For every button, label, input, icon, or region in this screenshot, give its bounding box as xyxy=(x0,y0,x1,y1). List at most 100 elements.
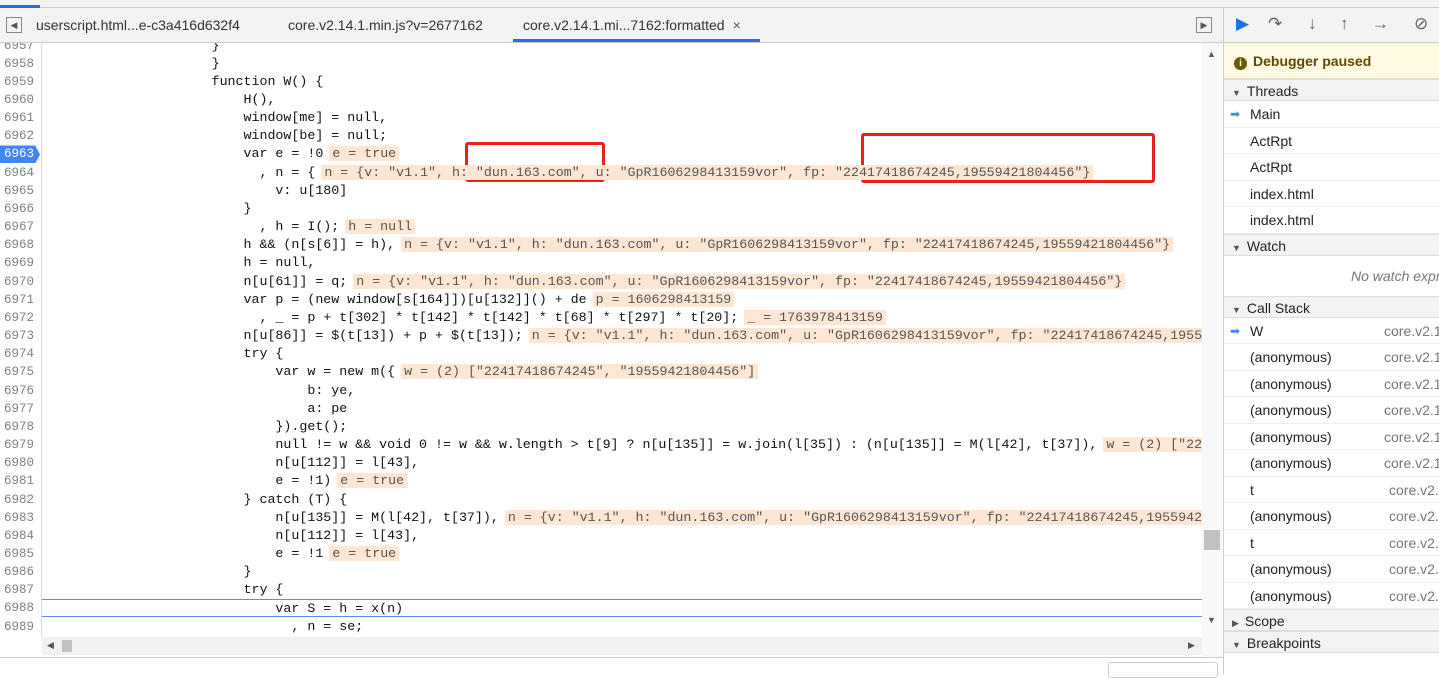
line-number[interactable]: 6968 xyxy=(0,236,42,254)
line-number[interactable]: 6971 xyxy=(0,291,42,309)
callstack-frame[interactable]: (anonymous)core.v2.14.1 xyxy=(1224,397,1439,424)
line-number[interactable]: 6981 xyxy=(0,472,42,490)
line-number[interactable]: 6984 xyxy=(0,527,42,545)
line-number[interactable]: 6962 xyxy=(0,127,42,145)
line-number[interactable]: 6972 xyxy=(0,309,42,327)
line-number[interactable]: 6989 xyxy=(0,618,42,636)
tab-core-formatted[interactable]: core.v2.14.1.mi...7162:formatted× xyxy=(513,8,760,42)
line-number[interactable]: 6976 xyxy=(0,382,42,400)
line-number[interactable]: 6970 xyxy=(0,273,42,291)
toggle-navigator-icon[interactable]: ◀ xyxy=(6,17,22,33)
frame-location[interactable]: core.v2.14.1 xyxy=(1384,424,1439,450)
close-tab-icon[interactable]: × xyxy=(733,17,741,33)
line-number[interactable]: 6987 xyxy=(0,581,42,599)
scroll-left-icon[interactable]: ◀ xyxy=(47,640,54,651)
vertical-scrollbar[interactable]: ▲▼ xyxy=(1202,43,1222,657)
line-number[interactable]: 6978 xyxy=(0,418,42,436)
search-button[interactable] xyxy=(1108,662,1218,678)
thread-item[interactable]: ActRpt xyxy=(1224,128,1439,155)
scroll-thumb[interactable] xyxy=(1204,530,1220,550)
frame-function: (anonymous) xyxy=(1250,349,1332,365)
top-strip xyxy=(0,0,1439,8)
line-number[interactable]: 6963 xyxy=(0,145,40,163)
resume-icon[interactable]: ▶ xyxy=(1236,14,1249,34)
line-number[interactable]: 6967 xyxy=(0,218,42,236)
frame-location[interactable]: core.v2.14 xyxy=(1389,503,1439,529)
frame-location[interactable]: core.v2.14.1 xyxy=(1384,397,1439,423)
callstack-frame[interactable]: (anonymous)core.v2.14 xyxy=(1224,583,1439,610)
line-number[interactable]: 6957 xyxy=(0,43,42,55)
inline-value: n = {v: "v1.1", h: "dun.163.com", u: "Gp… xyxy=(401,237,1173,252)
tab-userscript[interactable]: userscript.html...e-c3a416d632f4 xyxy=(26,8,250,42)
step-out-icon[interactable]: ↑ xyxy=(1340,14,1349,34)
line-number[interactable]: 6977 xyxy=(0,400,42,418)
scroll-right-icon[interactable]: ▶ xyxy=(1188,640,1195,651)
step-icon[interactable]: → xyxy=(1372,14,1389,34)
line-number[interactable]: 6966 xyxy=(0,200,42,218)
watch-header[interactable]: ▼Watch xyxy=(1224,234,1439,256)
frame-location[interactable]: core.v2.14.1 xyxy=(1384,450,1439,476)
step-over-icon[interactable]: ↷ xyxy=(1268,14,1282,34)
line-number[interactable]: 6958 xyxy=(0,55,42,73)
thread-item[interactable]: ActRpt xyxy=(1224,154,1439,181)
callstack-frame[interactable]: tcore.v2.14 xyxy=(1224,477,1439,504)
line-number[interactable]: 6964 xyxy=(0,164,42,182)
toggle-debugger-icon[interactable]: ▶ xyxy=(1196,17,1212,33)
thread-item[interactable]: index.html xyxy=(1224,207,1439,234)
paused-text: Debugger paused xyxy=(1253,53,1371,69)
info-icon: i xyxy=(1234,57,1247,70)
tab-core-min[interactable]: core.v2.14.1.min.js?v=2677162 xyxy=(278,8,493,42)
frame-location[interactable]: core.v2.14 xyxy=(1389,583,1439,609)
callstack-frame[interactable]: (anonymous)core.v2.14 xyxy=(1224,503,1439,530)
scroll-thumb[interactable] xyxy=(62,640,72,652)
frame-location[interactable]: core.v2.14.1 xyxy=(1384,344,1439,370)
code-text: } xyxy=(52,201,252,216)
scroll-down-icon[interactable]: ▼ xyxy=(1207,615,1216,625)
line-number[interactable]: 6979 xyxy=(0,436,42,454)
callstack-frame[interactable]: (anonymous)core.v2.14.1 xyxy=(1224,450,1439,477)
callstack-frame[interactable]: (anonymous)core.v2.14 xyxy=(1224,556,1439,583)
code-text: } xyxy=(52,43,220,53)
frame-location[interactable]: core.v2.14.1 xyxy=(1384,318,1439,344)
line-number[interactable]: 6961 xyxy=(0,109,42,127)
callstack-frame[interactable]: ➡Wcore.v2.14.1 xyxy=(1224,318,1439,345)
horizontal-scrollbar[interactable]: ◀▶ xyxy=(42,637,1202,655)
line-number[interactable]: 6965 xyxy=(0,182,42,200)
line-number[interactable]: 6959 xyxy=(0,73,42,91)
line-number[interactable]: 6974 xyxy=(0,345,42,363)
line-gutter[interactable]: 6957695869596960696169626963696469656966… xyxy=(0,43,42,637)
frame-location[interactable]: core.v2.14 xyxy=(1389,530,1439,556)
line-number[interactable]: 6980 xyxy=(0,454,42,472)
line-number[interactable]: 6960 xyxy=(0,91,42,109)
frame-location[interactable]: core.v2.14.1 xyxy=(1384,371,1439,397)
inline-value: n = {v: "v1.1", h: "dun.163.com", u: "Gp… xyxy=(529,328,1202,343)
code-text: window[me] = null, xyxy=(52,110,387,125)
line-number[interactable]: 6973 xyxy=(0,327,42,345)
deactivate-breakpoints-icon[interactable]: ⊘ xyxy=(1414,14,1428,34)
breakpoints-header[interactable]: ▼Breakpoints xyxy=(1224,631,1439,653)
line-number[interactable]: 6975 xyxy=(0,363,42,381)
line-number[interactable]: 6986 xyxy=(0,563,42,581)
callstack-frame[interactable]: (anonymous)core.v2.14.1 xyxy=(1224,424,1439,451)
scope-header[interactable]: ▶Scope xyxy=(1224,609,1439,631)
line-number[interactable]: 6982 xyxy=(0,491,42,509)
line-number[interactable]: 6985 xyxy=(0,545,42,563)
code-editor[interactable]: 6957695869596960696169626963696469656966… xyxy=(0,43,1202,637)
thread-name: Main xyxy=(1250,106,1280,122)
frame-location[interactable]: core.v2.14 xyxy=(1389,477,1439,503)
thread-item[interactable]: index.html xyxy=(1224,181,1439,208)
code-text: n[u[86]] = $(t[13]) + p + $(t[13]); xyxy=(52,328,523,343)
thread-item[interactable]: ➡Main xyxy=(1224,101,1439,128)
step-into-icon[interactable]: ↓ xyxy=(1308,14,1317,34)
line-number[interactable]: 6969 xyxy=(0,254,42,272)
callstack-frame[interactable]: tcore.v2.14 xyxy=(1224,530,1439,557)
line-number[interactable]: 6983 xyxy=(0,509,42,527)
callstack-header[interactable]: ▼Call Stack xyxy=(1224,296,1439,318)
line-number[interactable]: 6988 xyxy=(0,599,42,617)
callstack-frame[interactable]: (anonymous) core.v2.14.1 xyxy=(1224,344,1439,371)
threads-header[interactable]: ▼Threads xyxy=(1224,79,1439,101)
callstack-frame[interactable]: (anonymous)core.v2.14.1 xyxy=(1224,371,1439,398)
frame-location[interactable]: core.v2.14 xyxy=(1389,556,1439,582)
line-number[interactable]: 6990 xyxy=(0,636,42,637)
scroll-up-icon[interactable]: ▲ xyxy=(1207,49,1216,59)
